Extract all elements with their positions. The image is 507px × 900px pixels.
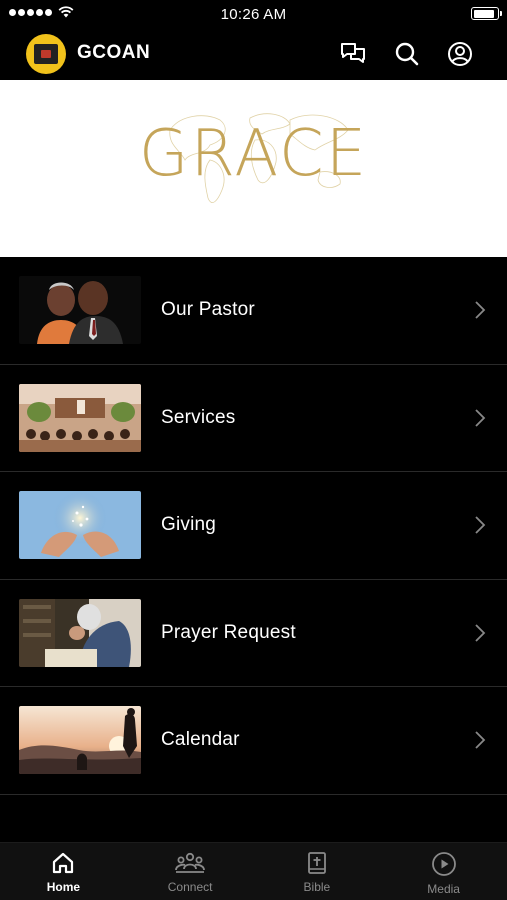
menu-list: Our Pastor Services Giving Prayer Reques…: [0, 257, 507, 795]
chevron-right-icon: [475, 409, 486, 427]
status-bar: 10:26 AM: [0, 0, 507, 28]
app-header: GCOAN: [0, 28, 507, 80]
battery-icon: [471, 7, 502, 20]
menu-item-label: Services: [161, 406, 236, 428]
menu-item-label: Prayer Request: [161, 621, 296, 643]
signal-wifi: [9, 6, 74, 18]
wifi-icon: [58, 6, 74, 18]
menu-item-services[interactable]: Services: [0, 365, 507, 472]
menu-item-giving[interactable]: Giving: [0, 472, 507, 580]
status-time: 10:26 AM: [220, 5, 287, 23]
hero-banner: GRACE: [0, 80, 507, 257]
chevron-right-icon: [475, 516, 486, 534]
tab-connect[interactable]: Connect: [127, 843, 254, 900]
pastor-photo: [19, 276, 141, 345]
menu-item-label: Calendar: [161, 729, 240, 751]
chevron-right-icon: [475, 624, 486, 642]
home-icon: [53, 852, 74, 874]
bottom-tab-bar: Home Connect Bible Media: [0, 842, 507, 900]
tab-label: Connect: [167, 880, 213, 894]
people-icon: [175, 852, 206, 873]
menu-item-label: Our Pastor: [161, 299, 255, 321]
tab-label: Home: [46, 880, 81, 894]
services-photo: [19, 383, 141, 452]
calendar-photo: [19, 706, 141, 775]
banner-title: GRACE: [138, 116, 369, 191]
search-icon[interactable]: [391, 38, 423, 70]
bible-icon: [307, 852, 326, 874]
tab-label: Bible: [303, 880, 331, 894]
signal-icon: [9, 8, 52, 16]
giving-photo: [19, 491, 141, 560]
tab-media[interactable]: Media: [380, 843, 507, 900]
menu-item-our-pastor[interactable]: Our Pastor: [0, 257, 507, 365]
app-logo[interactable]: [26, 34, 66, 74]
chevron-right-icon: [475, 301, 486, 319]
menu-item-label: Giving: [161, 514, 217, 536]
play-icon: [431, 852, 456, 876]
app-title: GCOAN: [77, 42, 151, 63]
prayer-photo: [19, 598, 141, 667]
chat-icon[interactable]: [337, 38, 369, 70]
tab-label: Media: [427, 882, 460, 896]
profile-icon[interactable]: [444, 38, 476, 70]
tab-home[interactable]: Home: [0, 843, 127, 900]
menu-item-calendar[interactable]: Calendar: [0, 687, 507, 795]
tab-bible[interactable]: Bible: [254, 843, 381, 900]
menu-item-prayer-request[interactable]: Prayer Request: [0, 580, 507, 687]
chevron-right-icon: [475, 731, 486, 749]
